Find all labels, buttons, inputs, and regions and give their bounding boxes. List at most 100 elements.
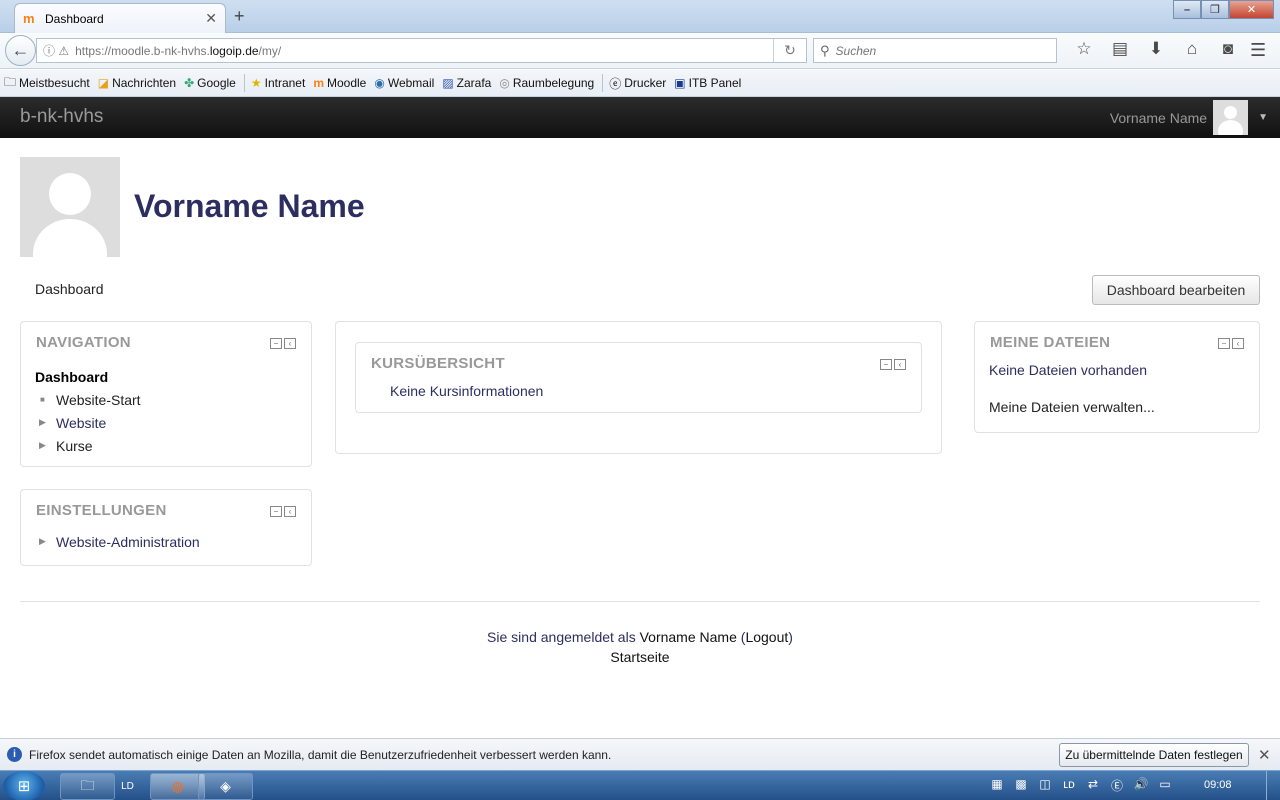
info-icon: i [7,747,22,762]
show-desktop-button[interactable] [1266,771,1280,800]
bookmark-zarafa[interactable]: ▨ Zarafa [442,76,491,90]
url-bar[interactable]: ⓘ ⚠ https://moodle.b-nk-hvhs.logoip.de/m… [36,38,807,63]
tray-icon[interactable]: ▦ [985,777,1009,794]
block-controls: − ‹ [878,359,906,370]
url-text: https://moodle.b-nk-hvhs.logoip.de/my/ [75,43,282,58]
clock[interactable]: 09:08 [1204,779,1232,791]
nav-item-website[interactable]: ▶ Website [35,411,141,434]
tray-icon[interactable]: ʟᴅ [1057,777,1081,794]
tray-icon[interactable]: ◫ [1033,777,1057,794]
navigation-block: NAVIGATION − ‹ Dashboard ■ Website-Start … [20,321,312,467]
settings-block: EINSTELLUNGEN − ‹ ▶ Website-Administratio… [20,489,312,566]
search-bar[interactable]: ⚲ [813,38,1057,63]
block-controls: − ‹ [268,506,296,517]
tray-icon[interactable]: ▩ [1009,777,1033,794]
window-controls: – ❐ ✕ [1173,0,1274,19]
taskbar-app2[interactable]: ◈ [198,773,253,800]
dock-icon[interactable]: ‹ [894,359,906,370]
bookmark-moodle[interactable]: m Moodle [313,76,366,90]
globe-icon: ◉ [374,76,385,90]
my-files-block: MEINE DATEIEN − ‹ Keine Dateien vorhande… [974,321,1260,433]
panel-icon: ▣ [674,76,686,90]
bookmark-separator [602,74,604,92]
tab-title: Dashboard [45,11,104,26]
nav-item-website-administration[interactable]: ▶ Website-Administration [35,530,200,553]
block-controls: − ‹ [268,338,296,349]
pocket-icon[interactable]: ◙ [1210,39,1246,59]
search-input[interactable] [835,43,1036,58]
site-info-icon[interactable]: ⓘ ⚠ [43,42,69,59]
chevron-down-icon: ▼ [1258,112,1268,123]
bookmark-raumbelegung[interactable]: ◎ Raumbelegung [499,76,594,90]
reading-list-icon[interactable]: ▤ [1102,39,1138,59]
logout-link[interactable]: Logout [745,629,788,645]
tab-close-icon[interactable]: ✕ [205,10,217,27]
back-button[interactable]: ← [5,35,36,66]
zarafa-icon: ▨ [442,76,454,90]
tray-icon[interactable]: ▭ [1153,777,1177,794]
bookmark-drucker[interactable]: ⓔ Drucker [609,75,666,92]
home-link[interactable]: Startseite [0,649,1280,665]
network-icon[interactable]: ⇄ [1081,777,1105,794]
moodle-icon: m [313,76,324,90]
bookmark-separator [243,74,245,92]
hamburger-menu-icon[interactable]: ☰ [1250,40,1266,61]
user-menu[interactable]: Vorname Name ▼ [1110,100,1268,135]
dock-icon[interactable]: ‹ [284,506,296,517]
notification-bar: i Firefox sendet automatisch einige Date… [0,738,1280,770]
page-title: Vorname Name [134,188,365,224]
nav-item-dashboard[interactable]: Dashboard [35,365,141,388]
home-icon[interactable]: ⌂ [1174,39,1210,59]
bookmark-meistbesucht[interactable]: 🗀 Meistbesucht [4,73,90,94]
collapse-icon[interactable]: − [880,359,892,370]
main-region: KURSÜBERSICHT − ‹ Keine Kursinformatione… [335,321,942,454]
footer-user-link[interactable]: Vorname Name [640,629,737,645]
reload-icon[interactable]: ↻ [773,39,806,62]
printer-icon: ⓔ [609,76,622,91]
manage-files-link[interactable]: Meine Dateien verwalten... [989,399,1155,415]
tab-dashboard[interactable]: m Dashboard ✕ [14,3,226,33]
edit-dashboard-button[interactable]: Dashboard bearbeiten [1092,275,1260,305]
taskbar: ⊞ 🗀 LD ◍ ◈ ▦ ▩ ◫ ʟᴅ ⇄ Ⓔ 🔊 ▭ 09:08 [0,770,1280,800]
triangle-right-icon: ▶ [39,536,46,546]
start-button[interactable]: ⊞ [3,771,45,800]
page-icon: ◎ [499,76,510,90]
firefox-icon: ◍ [171,778,184,794]
bookmark-nachrichten[interactable]: ◪ Nachrichten [98,76,176,90]
profile-picture [20,157,120,257]
tray-icon[interactable]: Ⓔ [1105,777,1129,794]
block-title: MEINE DATEIEN [990,334,1111,351]
taskbar-app[interactable]: LD [100,773,155,800]
app-icon: LD [121,781,134,792]
nav-item-kurse[interactable]: ▶ Kurse [35,434,141,457]
collapse-icon[interactable]: − [1218,338,1230,349]
collapse-icon[interactable]: − [270,506,282,517]
folder-icon: 🗀 [80,776,95,793]
collapse-icon[interactable]: − [270,338,282,349]
bookmark-star-icon[interactable]: ☆ [1066,39,1102,59]
folder-icon: 🗀 [4,74,17,89]
star-icon: ★ [250,76,262,90]
bookmark-webmail[interactable]: ◉ Webmail [374,76,434,90]
system-tray: ▦ ▩ ◫ ʟᴅ ⇄ Ⓔ 🔊 ▭ [985,777,1177,794]
moodle-navbar: b-nk-hvhs Vorname Name ▼ [0,97,1280,138]
site-brand[interactable]: b-nk-hvhs [20,106,103,128]
choose-data-button[interactable]: Zu übermittelnde Daten festlegen [1059,743,1249,767]
bookmark-intranet[interactable]: ★ Intranet [251,76,305,90]
no-course-info-text: Keine Kursinformationen [390,383,544,399]
bookmark-itb-panel[interactable]: ▣ ITB Panel [674,76,741,90]
taskbar-firefox[interactable]: ◍ [150,773,205,800]
bookmark-google[interactable]: ✤ Google [184,76,236,90]
bookmarks-toolbar: 🗀 Meistbesucht ◪ Nachrichten ✤ Google ★ Intr… [0,70,1280,97]
close-icon[interactable]: ✕ [1258,746,1271,764]
settings-tree: ▶ Website-Administration [35,530,200,553]
dock-icon[interactable]: ‹ [1232,338,1244,349]
maximize-button[interactable]: ❐ [1201,0,1229,19]
downloads-icon[interactable]: ⬇ [1138,39,1174,59]
dock-icon[interactable]: ‹ [284,338,296,349]
new-tab-button[interactable]: + [234,6,245,27]
minimize-button[interactable]: – [1173,0,1201,19]
nav-item-website-start[interactable]: ■ Website-Start [35,388,141,411]
volume-icon[interactable]: 🔊 [1129,777,1153,794]
close-window-button[interactable]: ✕ [1229,0,1274,19]
